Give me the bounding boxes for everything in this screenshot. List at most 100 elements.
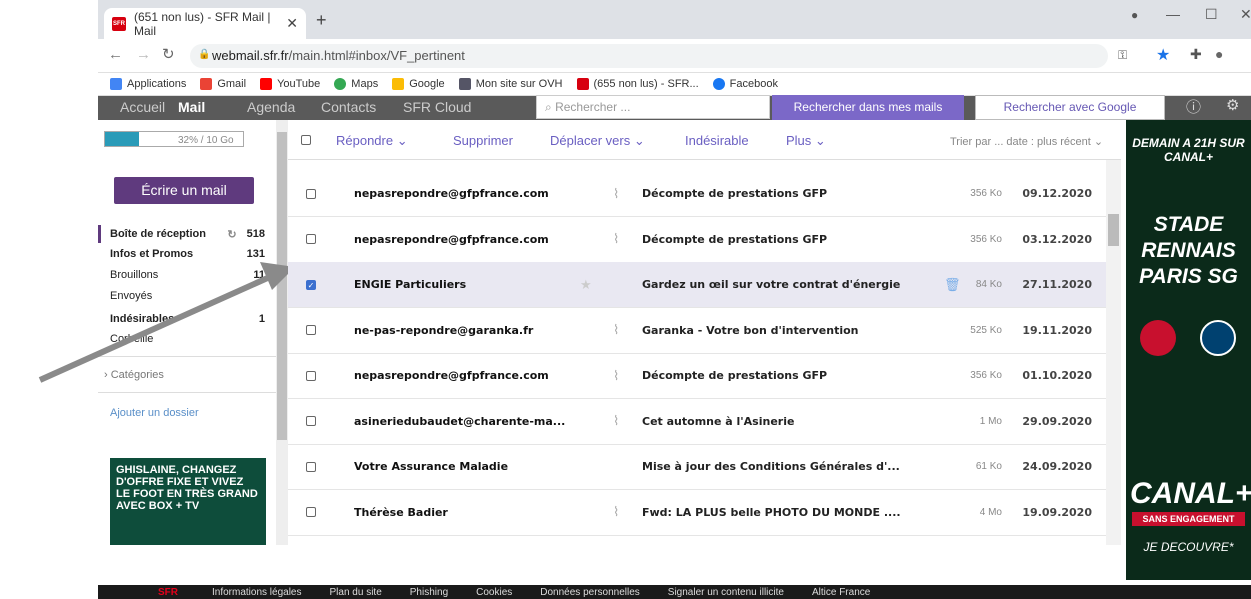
search-input[interactable]: ⌕ Rechercher ... (536, 95, 770, 119)
nav-sfr-cloud[interactable]: SFR Cloud (403, 96, 471, 120)
search-google-button[interactable]: Rechercher avec Google (975, 95, 1165, 120)
extensions-icon[interactable]: ✚ (1190, 46, 1202, 63)
youtube-icon (260, 78, 273, 90)
email-checkbox[interactable] (306, 507, 316, 517)
footer-link[interactable]: Cookies (476, 587, 512, 598)
delete-button[interactable]: Supprimer (453, 133, 513, 148)
footer-link[interactable]: Données personnelles (540, 587, 640, 598)
email-row[interactable]: Thérèse Badier ⌇ Fwd: LA PLUS belle PHOTO … (288, 490, 1106, 536)
email-row[interactable]: ne-pas-repondre@garanka.fr ⌇ Garanka - Vot… (288, 308, 1106, 354)
bookmark-youtube[interactable]: YouTube (260, 78, 320, 90)
chevron-down-icon: ⌄ (1090, 136, 1104, 148)
reply-button[interactable]: Répondre ⌄ (336, 133, 408, 149)
junk-button[interactable]: Indésirable (685, 133, 749, 148)
footer-link[interactable]: Plan du site (330, 587, 382, 598)
more-button[interactable]: Plus ⌄ (786, 133, 826, 149)
quota-fill (105, 132, 139, 146)
ad-banner[interactable]: DEMAIN A 21H SUR CANAL+ STADE RENNAIS PA… (1126, 120, 1251, 580)
email-sender: nepasrepondre@gfpfrance.com (354, 232, 549, 246)
email-row[interactable]: Votre Assurance Maladie Mise à jour des C… (288, 444, 1106, 490)
email-sender: nepasrepondre@gfpfrance.com (354, 369, 549, 382)
star-icon[interactable]: ★ (580, 277, 592, 293)
new-tab-icon[interactable]: + (316, 10, 327, 31)
bookmark-ovh[interactable]: Mon site sur OVH (458, 78, 563, 90)
footer-link[interactable]: Phishing (410, 587, 448, 598)
gmail-icon (200, 78, 213, 90)
ad-tag: SANS ENGAGEMENT (1132, 512, 1245, 526)
add-folder-link[interactable]: Ajouter un dossier (110, 407, 199, 419)
maps-icon (334, 78, 347, 90)
footer-link[interactable]: Altice France (812, 587, 870, 598)
email-subject: Décompte de prestations GFP (642, 369, 828, 382)
footer: SFR Informations légales Plan du site Ph… (98, 585, 1251, 599)
email-subject: Gardez un œil sur votre contrat d'énergi… (642, 278, 901, 291)
close-tab-icon[interactable]: ✕ (286, 15, 298, 32)
email-subject: Décompte de prestations GFP (642, 232, 828, 246)
move-button[interactable]: Déplacer vers ⌄ (550, 133, 645, 149)
email-subject: Fwd: LA PLUS belle PHOTO DU MONDE .... (642, 505, 901, 519)
email-row[interactable]: asineriedubaudet@charente-ma... ⌇ Cet auto… (288, 399, 1106, 445)
arrow-annotation (38, 262, 295, 383)
bookmark-maps[interactable]: Maps (334, 78, 378, 90)
bookmark-sfr[interactable]: (655 non lus) - SFR... (576, 78, 699, 90)
select-all-checkbox[interactable] (301, 135, 311, 145)
email-date: 24.09.2020 (1022, 460, 1092, 473)
footer-link[interactable]: Informations légales (212, 587, 302, 598)
email-checkbox[interactable] (306, 416, 316, 426)
nav-accueil[interactable]: Accueil (120, 96, 165, 120)
key-icon[interactable]: ⚿ (1118, 48, 1127, 63)
maximize-icon[interactable]: ☐ (1205, 6, 1218, 23)
chevron-down-icon: ⌄ (393, 133, 408, 148)
browser-tab[interactable]: SFR (651 non lus) - SFR Mail | Mail ✕ (104, 8, 306, 39)
bookmark-facebook[interactable]: Facebook (712, 78, 778, 90)
email-row[interactable]: nepasrepondre@gfpfrance.com ⌇ Décompte de … (288, 353, 1106, 399)
ad-cta[interactable]: JE DECOUVRE* (1132, 540, 1245, 554)
email-date: 29.09.2020 (1022, 414, 1092, 428)
email-row[interactable]: nepasrepondre@gfpfrance.com ⌇ Décompte de … (288, 171, 1106, 217)
email-sender: ENGIE Particuliers (354, 278, 467, 291)
chevron-down-icon: ⌄ (630, 133, 645, 148)
account-icon[interactable]: ● (1215, 46, 1223, 62)
nav-contacts[interactable]: Contacts (321, 96, 376, 120)
email-checkbox[interactable] (306, 234, 316, 244)
email-checkbox[interactable] (306, 325, 316, 335)
bookmark-gmail[interactable]: Gmail (200, 78, 246, 90)
sort-dropdown[interactable]: Trier par ... date : plus récent ⌄ (950, 135, 1103, 148)
reload-icon[interactable]: ↻ (162, 45, 175, 63)
bookmark-apps[interactable]: Applications (110, 78, 186, 90)
email-row[interactable]: nepasrepondre@gfpfrance.com ⌇ Décompte de … (288, 217, 1106, 263)
ad-headline: DEMAIN A 21H SUR CANAL+ (1132, 136, 1245, 164)
minimize-icon[interactable]: — (1166, 6, 1180, 22)
nav-mail[interactable]: Mail (178, 96, 205, 120)
footer-link[interactable]: Signaler un contenu illicite (668, 587, 784, 598)
email-size: 356 Ko (970, 370, 1002, 381)
back-icon[interactable]: ← (108, 46, 123, 63)
email-checkbox[interactable]: ✓ (306, 279, 316, 290)
email-subject: Cet automne à l'Asinerie (642, 414, 795, 428)
write-mail-button[interactable]: Écrire un mail (114, 177, 254, 204)
trash-icon[interactable]: 🗑 (944, 277, 961, 293)
search-mail-button[interactable]: Rechercher dans mes mails (772, 95, 964, 120)
bookmark-google[interactable]: Google (392, 78, 445, 90)
rennes-logo (1140, 320, 1176, 356)
email-checkbox[interactable] (306, 188, 316, 199)
email-date: 19.09.2020 (1022, 505, 1092, 519)
apps-icon (110, 78, 122, 90)
help-icon[interactable]: ⓘ (1186, 96, 1201, 117)
attachment-icon: ⌇ (613, 185, 620, 201)
email-row[interactable]: ✓ ENGIE Particuliers ★ Gardez un œil sur vo… (288, 262, 1106, 308)
window-close-icon[interactable]: ✕ (1240, 6, 1251, 23)
email-date: 09.12.2020 (1022, 187, 1092, 200)
settings-gear-icon[interactable]: ⚙ (1226, 96, 1239, 114)
email-subject: Mise à jour des Conditions Générales d'.… (642, 460, 900, 473)
promo-banner[interactable]: GHISLAINE, CHANGEZ D'OFFRE FIXE ET VIVEZ… (110, 458, 266, 545)
email-checkbox[interactable] (306, 370, 316, 381)
search-icon: ⌕ (545, 100, 556, 114)
profile-icon[interactable]: ● (1131, 8, 1138, 22)
ad-brand: CANAL+ (1130, 477, 1251, 510)
bookmark-star-icon[interactable]: ★ (1156, 45, 1170, 65)
mail-scroll-thumb[interactable] (1108, 214, 1119, 246)
email-checkbox[interactable] (306, 461, 316, 472)
forward-icon[interactable]: → (136, 46, 151, 63)
nav-agenda[interactable]: Agenda (247, 96, 295, 120)
